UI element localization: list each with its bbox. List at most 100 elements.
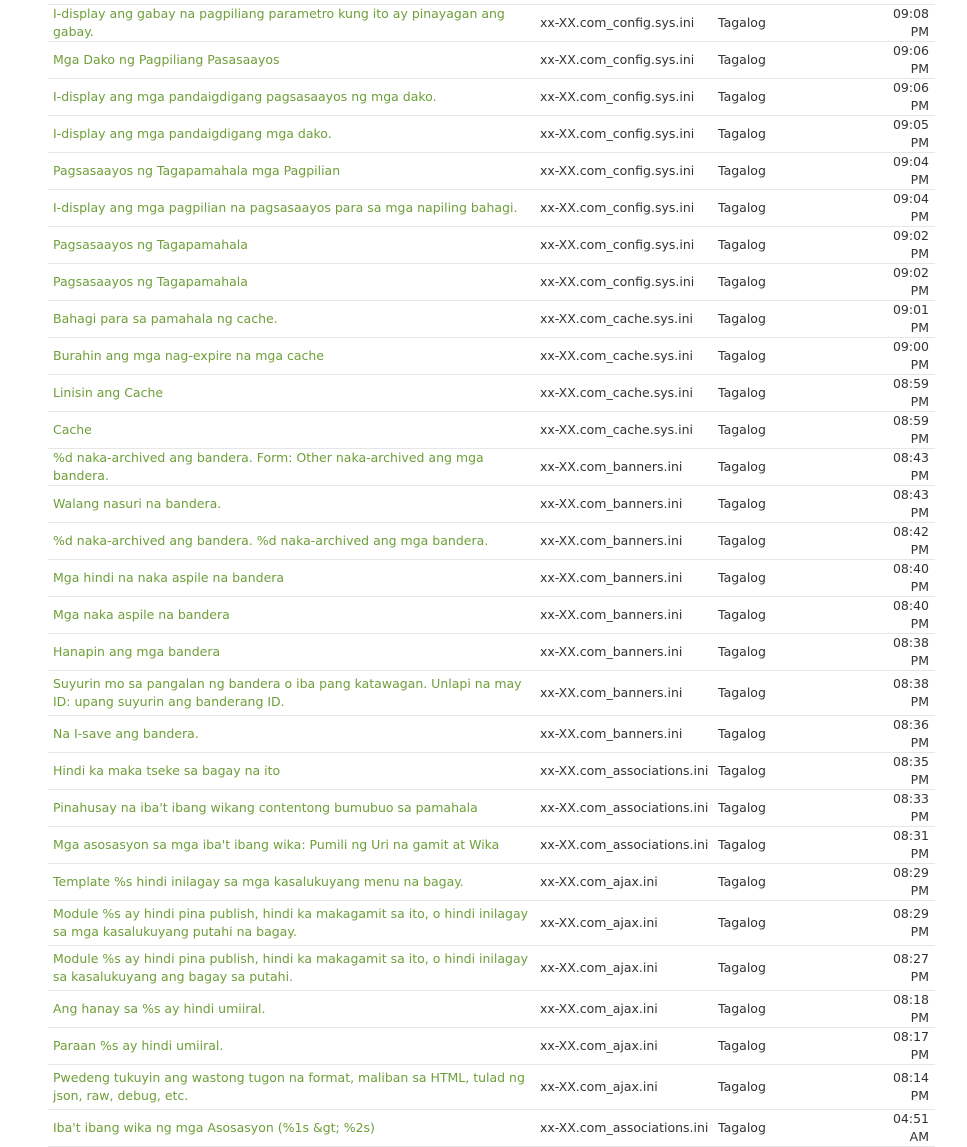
table-row: %d naka-archived ang bandera. Form: Othe… xyxy=(48,448,935,486)
file-name: xx-XX.com_associations.ini xyxy=(535,752,712,790)
file-name: xx-XX.com_banners.ini xyxy=(535,596,712,634)
timestamp: 08:40 PM xyxy=(868,596,935,634)
timestamp: 08:33 PM xyxy=(868,789,935,827)
string-title-link[interactable]: Mga asosasyon sa mga iba't ibang wika: P… xyxy=(48,826,535,864)
language-name: Tagalog xyxy=(712,115,868,153)
string-title-link[interactable]: Linisin ang Cache xyxy=(48,374,535,412)
string-title-link[interactable]: I-display ang gabay na pagpiliang parame… xyxy=(48,4,535,42)
language-name: Tagalog xyxy=(712,670,868,716)
file-name: xx-XX.com_banners.ini xyxy=(535,485,712,523)
string-title-link[interactable]: Cache xyxy=(48,411,535,449)
timestamp: 08:43 PM xyxy=(868,448,935,486)
string-title-link[interactable]: I-display ang mga pandaigdigang mga dako… xyxy=(48,115,535,153)
string-title-link[interactable]: I-display ang mga pagpilian na pagsasaay… xyxy=(48,189,535,227)
timestamp: 08:27 PM xyxy=(868,945,935,991)
file-name: xx-XX.com_ajax.ini xyxy=(535,863,712,901)
file-name: xx-XX.com_ajax.ini xyxy=(535,900,712,946)
file-name: xx-XX.com_cache.sys.ini xyxy=(535,337,712,375)
string-title-link[interactable]: Pagsasaayos ng Tagapamahala mga Pagpilia… xyxy=(48,152,535,190)
timestamp: 09:02 PM xyxy=(868,226,935,264)
timestamp: 08:35 PM xyxy=(868,752,935,790)
string-title-link[interactable]: %d naka-archived ang bandera. Form: Othe… xyxy=(48,448,535,486)
language-name: Tagalog xyxy=(712,945,868,991)
timestamp: 09:06 PM xyxy=(868,41,935,79)
language-name: Tagalog xyxy=(712,78,868,116)
string-title-link[interactable]: Walang nasuri na bandera. xyxy=(48,485,535,523)
language-name: Tagalog xyxy=(712,485,868,523)
file-name: xx-XX.com_banners.ini xyxy=(535,670,712,716)
table-body: I-display ang gabay na pagpiliang parame… xyxy=(48,4,935,1147)
table-row: Module %s ay hindi pina publish, hindi k… xyxy=(48,900,935,946)
language-name: Tagalog xyxy=(712,522,868,560)
table-row: Pinahusay na iba't ibang wikang contento… xyxy=(48,789,935,827)
language-name: Tagalog xyxy=(712,789,868,827)
language-name: Tagalog xyxy=(712,633,868,671)
string-title-link[interactable]: Bahagi para sa pamahala ng cache. xyxy=(48,300,535,338)
string-title-link[interactable]: Na I-save ang bandera. xyxy=(48,715,535,753)
table-row: Pagsasaayos ng Tagapamahala xx-XX.com_con… xyxy=(48,263,935,301)
string-title-link[interactable]: Mga Dako ng Pagpiliang Pasasaayos xyxy=(48,41,535,79)
string-title-link[interactable]: Hindi ka maka tseke sa bagay na ito xyxy=(48,752,535,790)
language-name: Tagalog xyxy=(712,863,868,901)
string-title-link[interactable]: Pinahusay na iba't ibang wikang contento… xyxy=(48,789,535,827)
string-title-link[interactable]: Template %s hindi inilagay sa mga kasalu… xyxy=(48,863,535,901)
string-title-link[interactable]: Iba't ibang wika ng mga Asosasyon (%1s &… xyxy=(48,1109,535,1147)
table-row: Hindi ka maka tseke sa bagay na ito xx-XX… xyxy=(48,752,935,790)
language-name: Tagalog xyxy=(712,263,868,301)
string-title-link[interactable]: Pagsasaayos ng Tagapamahala xyxy=(48,263,535,301)
timestamp: 09:01 PM xyxy=(868,300,935,338)
timestamp: 08:29 PM xyxy=(868,863,935,901)
language-name: Tagalog xyxy=(712,4,868,42)
file-name: xx-XX.com_banners.ini xyxy=(535,715,712,753)
string-title-link[interactable]: Mga naka aspile na bandera xyxy=(48,596,535,634)
file-name: xx-XX.com_associations.ini xyxy=(535,789,712,827)
file-name: xx-XX.com_config.sys.ini xyxy=(535,263,712,301)
table-row: Pwedeng tukuyin ang wastong tugon na for… xyxy=(48,1064,935,1110)
table-row: Mga hindi na naka aspile na bandera xx-XX… xyxy=(48,559,935,597)
table-row: Hanapin ang mga bandera xx-XX.com_banners… xyxy=(48,633,935,671)
table-row: Pagsasaayos ng Tagapamahala mga Pagpilia… xyxy=(48,152,935,190)
timestamp: 08:59 PM xyxy=(868,374,935,412)
string-title-link[interactable]: Ang hanay sa %s ay hindi umiiral. xyxy=(48,990,535,1028)
table-row: Suyurin mo sa pangalan ng bandera o iba … xyxy=(48,670,935,716)
file-name: xx-XX.com_ajax.ini xyxy=(535,945,712,991)
table-row: Ang hanay sa %s ay hindi umiiral. xx-XX.c… xyxy=(48,990,935,1028)
file-name: xx-XX.com_config.sys.ini xyxy=(535,226,712,264)
timestamp: 08:17 PM xyxy=(868,1027,935,1065)
table-row: Iba't ibang wika ng mga Asosasyon (%1s &… xyxy=(48,1109,935,1147)
file-name: xx-XX.com_cache.sys.ini xyxy=(535,300,712,338)
timestamp: 08:40 PM xyxy=(868,559,935,597)
file-name: xx-XX.com_associations.ini xyxy=(535,826,712,864)
file-name: xx-XX.com_config.sys.ini xyxy=(535,78,712,116)
string-title-link[interactable]: Module %s ay hindi pina publish, hindi k… xyxy=(48,900,535,946)
string-title-link[interactable]: I-display ang mga pandaigdigang pagsasaa… xyxy=(48,78,535,116)
translations-table: I-display ang gabay na pagpiliang parame… xyxy=(48,4,935,1147)
string-title-link[interactable]: Pwedeng tukuyin ang wastong tugon na for… xyxy=(48,1064,535,1110)
language-name: Tagalog xyxy=(712,752,868,790)
timestamp: 09:04 PM xyxy=(868,189,935,227)
timestamp: 08:14 PM xyxy=(868,1064,935,1110)
table-row: Bahagi para sa pamahala ng cache. xx-XX.c… xyxy=(48,300,935,338)
string-title-link[interactable]: Mga hindi na naka aspile na bandera xyxy=(48,559,535,597)
string-title-link[interactable]: Module %s ay hindi pina publish, hindi k… xyxy=(48,945,535,991)
string-title-link[interactable]: Hanapin ang mga bandera xyxy=(48,633,535,671)
file-name: xx-XX.com_banners.ini xyxy=(535,448,712,486)
file-name: xx-XX.com_config.sys.ini xyxy=(535,189,712,227)
string-title-link[interactable]: %d naka-archived ang bandera. %d naka-ar… xyxy=(48,522,535,560)
table-row: I-display ang mga pandaigdigang pagsasaa… xyxy=(48,78,935,116)
string-title-link[interactable]: Burahin ang mga nag-expire na mga cache xyxy=(48,337,535,375)
file-name: xx-XX.com_banners.ini xyxy=(535,559,712,597)
string-title-link[interactable]: Suyurin mo sa pangalan ng bandera o iba … xyxy=(48,670,535,716)
timestamp: 08:36 PM xyxy=(868,715,935,753)
timestamp: 08:29 PM xyxy=(868,900,935,946)
language-name: Tagalog xyxy=(712,1064,868,1110)
language-name: Tagalog xyxy=(712,826,868,864)
string-title-link[interactable]: Paraan %s ay hindi umiiral. xyxy=(48,1027,535,1065)
table-row: Linisin ang Cache xx-XX.com_cache.sys.ini… xyxy=(48,374,935,412)
string-title-link[interactable]: Pagsasaayos ng Tagapamahala xyxy=(48,226,535,264)
language-name: Tagalog xyxy=(712,559,868,597)
table-row: Paraan %s ay hindi umiiral. xx-XX.com_aja… xyxy=(48,1027,935,1065)
language-name: Tagalog xyxy=(712,300,868,338)
timestamp: 09:06 PM xyxy=(868,78,935,116)
language-name: Tagalog xyxy=(712,226,868,264)
